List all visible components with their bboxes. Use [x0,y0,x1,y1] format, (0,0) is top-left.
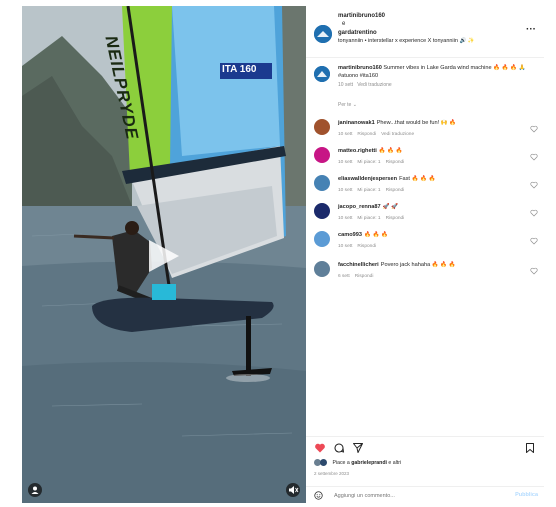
comment-item: camo993 🔥 🔥 🔥 10 sett Rispondi [306,230,544,260]
comment-text: Povero jack hahaha 🔥 🔥 🔥 [380,262,456,268]
comment-text: 🚀 🚀 [382,204,399,210]
post-date: 2 settembre 2023 [314,471,350,476]
avatar[interactable] [314,261,330,277]
comment-time: 10 sett [338,188,353,193]
video-player[interactable]: NEILPRYDE ITA 160 [22,6,306,503]
sail-model-text: ITA 160 [222,64,257,75]
ellipsis-icon[interactable]: ··· [526,24,536,35]
comment-like-heart-icon[interactable] [530,237,538,245]
comment-text-line: facchinellicheri Povero jack hahaha 🔥 🔥 🔥 [338,262,518,270]
post-details-panel: martinibruno160 e gardatrentino tonyanni… [306,6,544,503]
add-comment-row: Pubblica [306,486,544,503]
comment-time: 10 sett [338,132,353,137]
reply-link[interactable]: Rispondi [386,160,405,165]
comment-meta: 6 sett Rispondi [338,274,378,279]
comment-item: jacopo_renna87 🚀 🚀 10 sett Mi piace: 1 Rispo… [306,202,544,232]
comment-time: 10 sett [338,244,353,249]
share-icon[interactable] [352,442,364,454]
comment-username[interactable]: jacopo_renna87 [338,204,381,210]
caption-username[interactable]: martinibruno160 [338,65,382,71]
comment-icon[interactable] [333,442,345,454]
comment-username[interactable]: janinanowak1 [338,120,375,126]
likes-summary: Piace a gabrieleprandi e altri [314,459,401,466]
avatar[interactable] [314,147,330,163]
comment-likes[interactable]: Mi piace: 1 [357,160,380,165]
comment-username[interactable]: eliaswalldenjespersen [338,176,397,182]
comment-text: Phew...that would be fun! 🙌 🔥 [376,120,457,126]
reply-link[interactable]: Rispondi [355,274,374,279]
avatar[interactable] [314,66,330,82]
caption-time: 10 sett [338,82,354,88]
avatar[interactable] [314,25,332,43]
avatar[interactable] [314,175,330,191]
heart-icon[interactable] [314,442,326,454]
comment-username[interactable]: camo993 [338,232,362,238]
comment-likes[interactable]: Mi piace: 1 [357,216,380,221]
translate-link[interactable]: Vedi traduzione [357,82,391,88]
comment-like-heart-icon[interactable] [530,125,538,133]
comment-meta: 10 sett Mi piace: 1 Rispondi [338,160,409,165]
play-icon[interactable] [147,238,181,274]
caption-meta: 10 sett Vedi traduzione [338,81,534,89]
header-separator: e [342,21,346,28]
comment-item: eliaswalldenjespersen Fast 🔥 🔥 🔥 10 sett Mi… [306,174,544,204]
comment-time: 10 sett [338,216,353,221]
comment-like-heart-icon[interactable] [530,153,538,161]
reply-link[interactable]: Rispondi [386,216,405,221]
comment-text: 🔥 🔥 🔥 [363,232,388,238]
comment-meta: 10 sett Mi piace: 1 Rispondi [338,216,409,221]
comment-text-line: janinanowak1 Phew...that would be fun! 🙌 … [338,120,518,128]
comment-meta: 10 sett Rispondi Vedi traduzione [338,132,419,137]
post-header: martinibruno160 e gardatrentino tonyanni… [306,6,544,58]
comment-text-line: jacopo_renna87 🚀 🚀 [338,204,518,212]
comment-like-heart-icon[interactable] [530,267,538,275]
header-username[interactable]: martinibruno160 [338,12,518,20]
comment-like-heart-icon[interactable] [530,209,538,217]
comment-text: Fast 🔥 🔥 🔥 [399,176,436,182]
comment-username[interactable]: facchinellicheri [338,262,379,268]
reply-link[interactable]: Rispondi [357,244,376,249]
comment-item: matteo.righetti 🔥 🔥 🔥 10 sett Mi piace: 1 Ri… [306,146,544,176]
liker-avatars [314,459,328,466]
per-te-filter[interactable]: Per te ⌄ [338,102,357,108]
header-collab-username[interactable]: gardatrentino [338,29,518,37]
bookmark-icon[interactable] [524,442,536,454]
header-audio[interactable]: tonyanniin • interstellar x experience X… [338,37,518,45]
likes-suffix[interactable]: e altri [388,460,401,466]
comment-time: 10 sett [338,160,353,165]
comment-username[interactable]: matteo.righetti [338,148,377,154]
translate-link[interactable]: Vedi traduzione [381,132,414,137]
action-bar [306,436,544,456]
reply-link[interactable]: Rispondi [386,188,405,193]
caption-body: martinibruno160 Summer vibes in Lake Gar… [338,64,534,89]
likes-name[interactable]: gabrieleprandi [351,460,387,466]
likes-prefix: Piace a [332,459,350,466]
comment-like-heart-icon[interactable] [530,181,538,189]
comment-text: 🔥 🔥 🔥 [378,148,403,154]
comment-likes[interactable]: Mi piace: 1 [357,188,380,193]
avatar[interactable] [314,119,330,135]
comment-text-line: matteo.righetti 🔥 🔥 🔥 [338,148,518,156]
comment-text-line: camo993 🔥 🔥 🔥 [338,232,518,240]
comment-meta: 10 sett Rispondi [338,244,381,249]
comment-text-line: eliaswalldenjespersen Fast 🔥 🔥 🔥 [338,176,518,184]
comment-time: 6 sett [338,274,350,279]
publish-button[interactable]: Pubblica [515,492,538,498]
emoji-icon[interactable] [314,491,323,500]
comment-input[interactable] [334,491,484,501]
audio-icon[interactable] [286,483,300,497]
comment-item: janinanowak1 Phew...that would be fun! 🙌 … [306,118,544,148]
user-tag-icon[interactable] [28,483,42,497]
avatar[interactable] [314,203,330,219]
comment-meta: 10 sett Mi piace: 1 Rispondi [338,188,409,193]
comment-item: facchinellicheri Povero jack hahaha 🔥 🔥 🔥… [306,260,544,290]
avatar[interactable] [314,231,330,247]
header-text: martinibruno160 e gardatrentino tonyanni… [338,12,518,46]
reply-link[interactable]: Rispondi [357,132,376,137]
